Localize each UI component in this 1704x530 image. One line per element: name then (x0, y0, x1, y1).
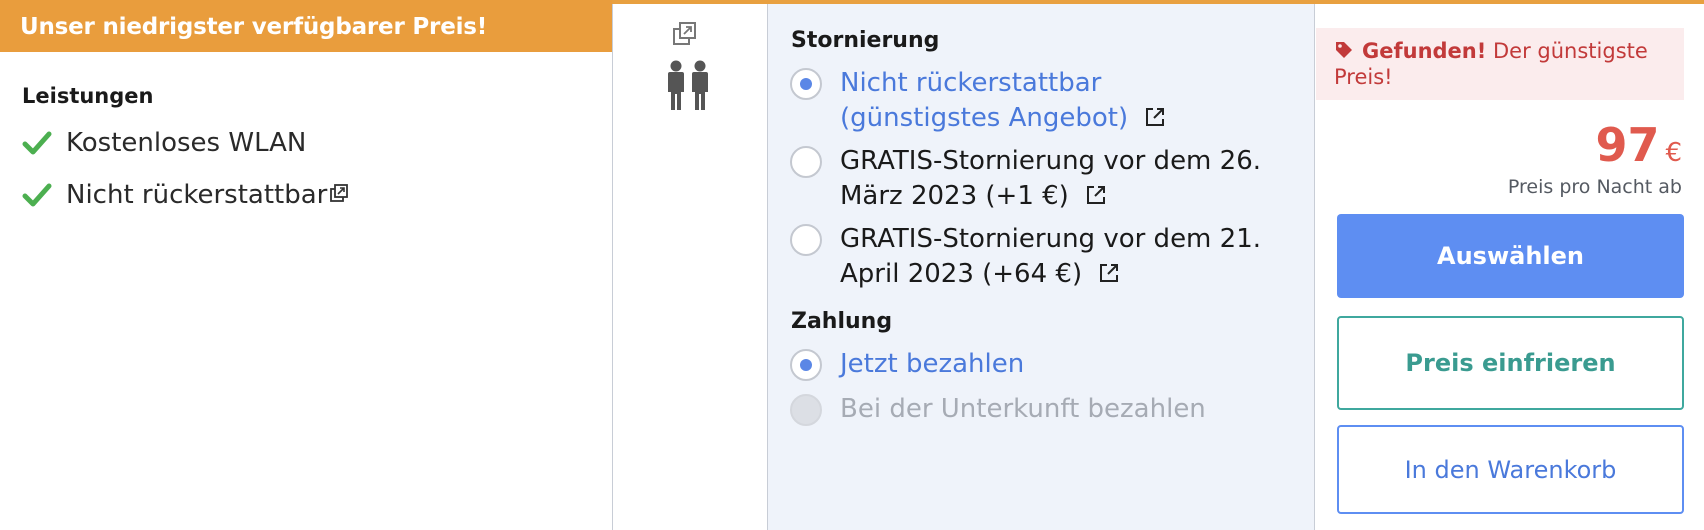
check-icon (22, 183, 52, 207)
found-label: Gefunden! (1362, 39, 1487, 63)
select-button[interactable]: Auswählen (1337, 214, 1684, 298)
freeze-price-button[interactable]: Preis einfrieren (1337, 316, 1684, 410)
price-currency: € (1665, 138, 1682, 168)
option-label-line2: März 2023 (+1 €) (840, 181, 1069, 211)
found-text-2: Preis! (1334, 65, 1393, 89)
price-amount: 97 € (1595, 118, 1682, 172)
payment-option-pay-now[interactable]: Jetzt bezahlen (790, 347, 1024, 382)
radio-button[interactable] (790, 68, 822, 100)
copy-icon[interactable] (671, 20, 699, 48)
people-icon (668, 60, 708, 110)
radio-button[interactable] (790, 224, 822, 256)
room-info-column (612, 4, 767, 530)
check-icon (22, 131, 52, 155)
price-value: 97 (1595, 118, 1660, 172)
external-link-icon[interactable] (1098, 262, 1120, 284)
option-label-line1: GRATIS-Stornierung vor dem 21. (840, 224, 1262, 254)
external-link-icon[interactable] (1085, 184, 1107, 206)
payment-option-pay-at-property: Bei der Unterkunft bezahlen (790, 392, 1206, 427)
option-label: Jetzt bezahlen (840, 349, 1025, 379)
option-label-line2: (günstigstes Angebot) (840, 103, 1129, 133)
cancellation-title: Stornierung (791, 28, 940, 53)
tag-icon (1336, 42, 1352, 58)
price-note: Preis pro Nacht ab (1507, 176, 1682, 198)
option-label-line1: Nicht rückerstattbar (840, 68, 1102, 98)
feature-label: Kostenloses WLAN (66, 128, 307, 158)
external-link-icon[interactable] (1144, 106, 1166, 128)
option-label-line2: April 2023 (+64 €) (840, 259, 1083, 289)
radio-button[interactable] (790, 146, 822, 178)
feature-label: Nicht rückerstattbar (66, 180, 328, 210)
feature-item-nonrefundable: Nicht rückerstattbar (22, 178, 349, 212)
lowest-price-banner: Unser niedrigster verfügbarer Preis! (0, 0, 612, 52)
cancellation-option-nonrefundable[interactable]: Nicht rückerstattbar (günstigstes Angebo… (790, 66, 1166, 136)
option-label: Bei der Unterkunft bezahlen (840, 394, 1206, 424)
option-label-line1: GRATIS-Stornierung vor dem 26. (840, 146, 1262, 176)
radio-button (790, 394, 822, 426)
feature-item-wifi: Kostenloses WLAN (22, 126, 306, 160)
popup-link-icon[interactable] (329, 183, 349, 203)
radio-button[interactable] (790, 349, 822, 381)
offer-features-panel: Unser niedrigster verfügbarer Preis! Lei… (0, 0, 612, 530)
found-text-1: Der günstigste (1486, 39, 1648, 63)
price-panel: Gefunden! Der günstigste Preis! 97 € Prei… (1315, 4, 1704, 530)
cheapest-price-badge: Gefunden! Der günstigste Preis! (1316, 28, 1684, 100)
cancellation-option-free-april[interactable]: GRATIS-Stornierung vor dem 21. April 202… (790, 222, 1261, 292)
add-to-cart-button[interactable]: In den Warenkorb (1337, 425, 1684, 514)
rate-options-panel: Stornierung Nicht rückerstattbar (günsti… (767, 4, 1315, 530)
cancellation-option-free-march[interactable]: GRATIS-Stornierung vor dem 26. März 2023… (790, 144, 1261, 214)
payment-title: Zahlung (791, 309, 893, 334)
features-title: Leistungen (22, 84, 154, 108)
